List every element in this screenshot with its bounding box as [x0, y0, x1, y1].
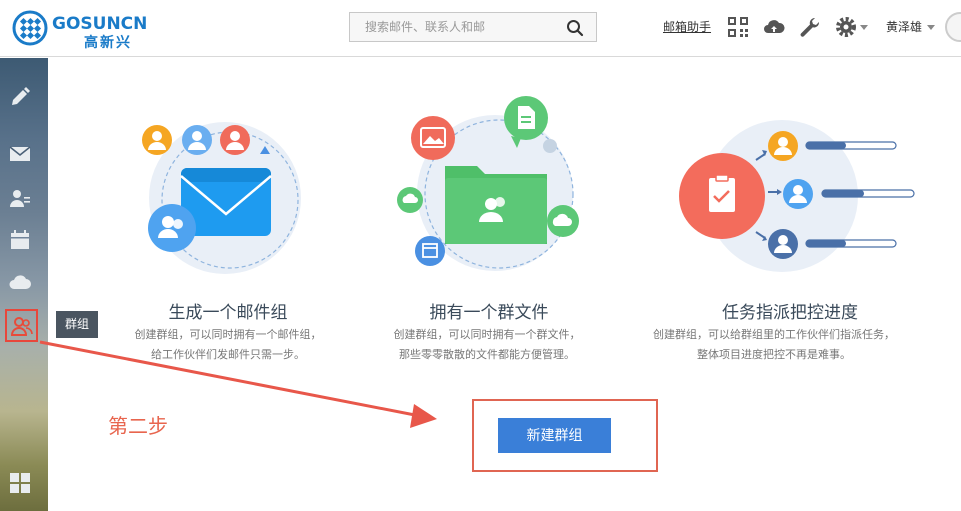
step-label: 第二步: [108, 414, 168, 438]
new-group-button[interactable]: 新建群组: [498, 418, 611, 453]
